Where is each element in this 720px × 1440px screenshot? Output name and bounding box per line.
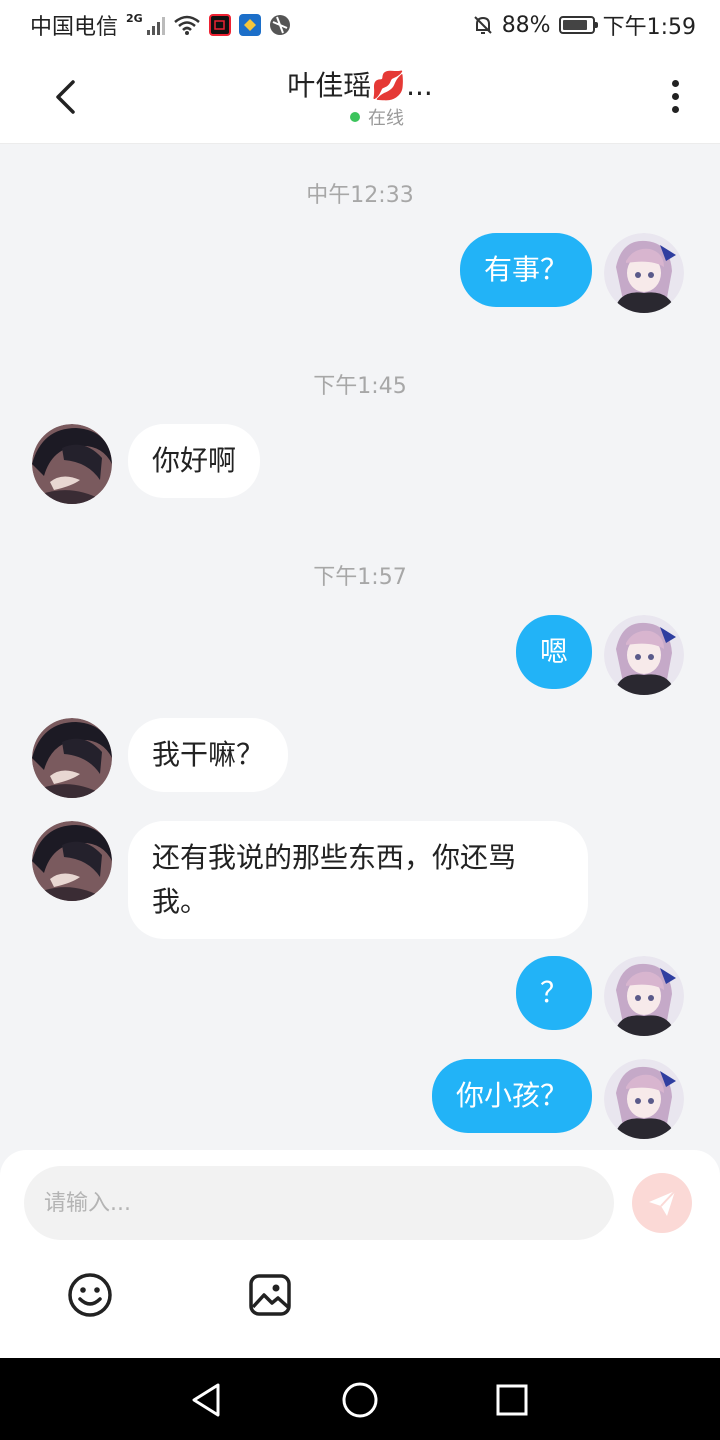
circle-home-icon — [342, 1382, 378, 1418]
dot-icon — [671, 79, 679, 87]
my-avatar[interactable] — [604, 615, 684, 695]
my-avatar[interactable] — [604, 1059, 684, 1139]
network-type-label: 2G — [126, 11, 143, 25]
message-input[interactable] — [24, 1166, 614, 1240]
contact-avatar[interactable] — [32, 424, 112, 504]
title-wrap: 叶佳瑶💋... — [0, 64, 720, 104]
dot-icon — [671, 92, 679, 100]
wifi-icon — [173, 14, 201, 36]
nav-back-button[interactable] — [184, 1378, 228, 1422]
nav-home-button[interactable] — [338, 1378, 382, 1422]
composer-panel — [0, 1150, 720, 1358]
system-nav-bar — [0, 1358, 720, 1440]
status-bar: 中国电信 2G 88% 下午1:59 — [0, 0, 720, 50]
signal-icon — [146, 15, 165, 35]
timestamp: 下午1:45 — [313, 374, 407, 399]
contact-avatar[interactable] — [32, 718, 112, 798]
image-icon — [249, 1274, 291, 1316]
mute-bell-icon — [472, 14, 494, 36]
presence-status: 在线 — [350, 104, 404, 130]
contact-avatar[interactable] — [32, 821, 112, 901]
message-bubble[interactable]: ？ — [515, 956, 592, 1030]
timestamp: 中午12:33 — [306, 183, 414, 208]
message-list[interactable]: 中午12:33 有事？ 下午1:45 你好啊 下午1:57 嗯 我干嘛？ 还有我… — [0, 145, 720, 1150]
contact-name: 叶佳瑶💋... — [287, 69, 433, 102]
online-dot-icon — [350, 112, 360, 122]
status-right: 88% 下午1:59 — [472, 9, 696, 41]
message-bubble[interactable]: 嗯 — [515, 615, 592, 689]
battery-percent-label: 88% — [501, 12, 551, 38]
paper-plane-icon — [649, 1190, 676, 1216]
emoji-button[interactable] — [65, 1270, 115, 1320]
presence-label: 在线 — [368, 108, 404, 129]
clock-label: 下午1:59 — [602, 15, 696, 40]
my-avatar[interactable] — [604, 233, 684, 313]
browser-icon — [269, 14, 291, 36]
emoji-icon — [68, 1273, 112, 1317]
app-badge-icon — [238, 14, 261, 36]
message-bubble[interactable]: 你小孩？ — [431, 1059, 592, 1133]
message-bubble[interactable]: 还有我说的那些东西，你还骂我。 — [128, 821, 588, 939]
square-recents-icon — [496, 1384, 528, 1416]
image-button[interactable] — [245, 1270, 295, 1320]
battery-icon — [558, 16, 598, 34]
nav-recents-button[interactable] — [490, 1378, 534, 1422]
dot-icon — [671, 105, 679, 113]
message-bubble[interactable]: 你好啊 — [128, 424, 261, 498]
more-options-button[interactable] — [660, 76, 690, 116]
chat-header: 叶佳瑶💋... 在线 — [0, 50, 720, 144]
timestamp: 下午1:57 — [313, 565, 407, 590]
send-button[interactable] — [632, 1173, 692, 1233]
carrier-label: 中国电信 — [30, 15, 119, 40]
app-notification-icon — [208, 14, 231, 36]
message-bubble[interactable]: 有事？ — [459, 233, 592, 307]
status-left: 中国电信 2G — [30, 9, 291, 41]
triangle-back-icon — [192, 1383, 220, 1417]
message-bubble[interactable]: 我干嘛？ — [128, 718, 289, 792]
my-avatar[interactable] — [604, 956, 684, 1036]
